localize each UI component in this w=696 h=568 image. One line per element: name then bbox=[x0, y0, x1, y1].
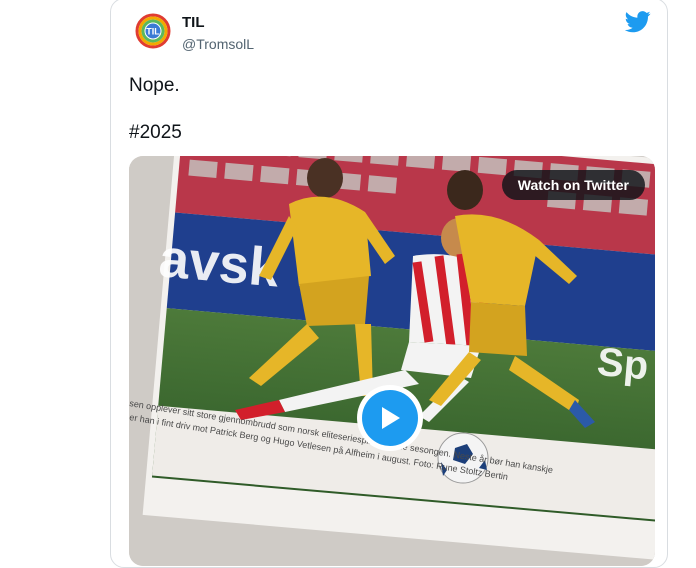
display-name[interactable]: TIL bbox=[182, 14, 205, 31]
play-button[interactable] bbox=[357, 385, 423, 451]
match-photo: avsk Sp bbox=[129, 156, 655, 566]
hashtag-link[interactable]: #2025 bbox=[129, 122, 182, 144]
avatar[interactable]: TIL bbox=[135, 13, 171, 49]
user-handle[interactable]: @TromsolL bbox=[182, 36, 254, 52]
play-icon bbox=[378, 405, 402, 431]
tweet-text: Nope. bbox=[129, 74, 180, 98]
til-logo-icon: TIL bbox=[135, 13, 171, 49]
banner-text-right: Sp bbox=[595, 340, 650, 388]
tweet-card[interactable]: TIL TIL @TromsolL Nope. #2025 bbox=[110, 0, 668, 568]
banner-text-left: avsk bbox=[157, 228, 283, 298]
video-thumbnail[interactable]: avsk Sp bbox=[129, 156, 655, 566]
twitter-bird-icon[interactable] bbox=[625, 11, 651, 33]
svg-text:TIL: TIL bbox=[146, 27, 160, 37]
watch-on-twitter-button[interactable]: Watch on Twitter bbox=[502, 170, 645, 200]
